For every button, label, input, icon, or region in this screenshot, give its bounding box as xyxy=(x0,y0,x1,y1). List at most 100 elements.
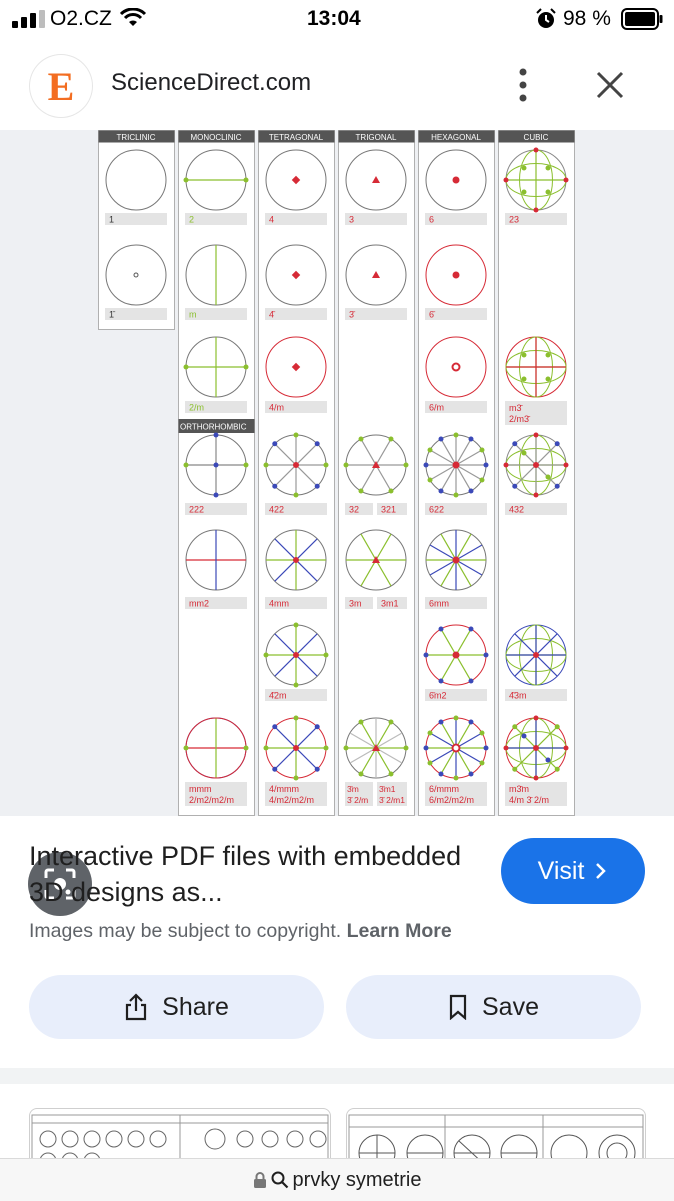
point-group-label: 6̄m2 xyxy=(429,691,447,701)
symmetry-axis xyxy=(438,488,444,494)
symmetry-axis xyxy=(452,651,460,659)
point-group-label: mmm xyxy=(189,784,212,794)
symmetry-axis xyxy=(503,177,509,183)
system-header: CUBIC xyxy=(524,133,549,142)
share-button[interactable]: Share xyxy=(29,975,324,1039)
symmetry-axis xyxy=(521,352,527,358)
result-title[interactable]: Interactive PDF files with embedded 3D d… xyxy=(29,838,469,910)
symmetry-axis xyxy=(521,376,527,382)
site-logo[interactable]: E xyxy=(30,55,92,117)
symmetry-axis xyxy=(554,724,560,730)
symmetry-axis xyxy=(427,730,433,736)
symmetry-axis xyxy=(521,165,527,171)
share-icon xyxy=(126,993,147,1021)
symmetry-axis xyxy=(293,745,299,751)
symmetry-axis xyxy=(468,488,474,494)
point-group-label: 4/m 3̄ 2/m xyxy=(509,795,549,805)
symmetry-axis xyxy=(343,745,349,751)
symmetry-axis xyxy=(293,622,299,628)
symmetry-axis xyxy=(213,492,219,498)
learn-more-link[interactable]: Learn More xyxy=(347,920,452,942)
symmetry-axis xyxy=(521,189,527,195)
address-bar[interactable]: prvky symetrie xyxy=(0,1158,674,1201)
stereogram xyxy=(105,244,167,306)
clock: 13:04 xyxy=(307,7,361,30)
symmetry-axis xyxy=(343,462,349,468)
symmetry-axis xyxy=(479,760,485,766)
save-label: Save xyxy=(482,992,539,1021)
symmetry-axis xyxy=(388,719,394,725)
point-group-label: 1 xyxy=(109,215,114,225)
point-group-label: m3̄ xyxy=(509,403,524,413)
symmetry-axis xyxy=(512,483,518,489)
site-name[interactable]: ScienceDirect.com xyxy=(111,69,311,97)
symmetry-axis xyxy=(323,745,329,751)
logo-letter: E xyxy=(47,63,75,109)
point-group-label: m xyxy=(189,310,197,320)
wifi-icon xyxy=(119,8,147,26)
symmetry-axis xyxy=(358,771,364,777)
alarm-icon xyxy=(536,8,556,28)
symmetry-axis xyxy=(438,436,444,442)
symmetry-axis xyxy=(554,441,560,447)
symmetry-axis xyxy=(314,483,320,489)
symmetry-axis xyxy=(545,757,551,763)
point-group-label: 3̄ 2/m xyxy=(347,795,368,805)
symmetry-axis xyxy=(358,436,364,442)
more-vert-icon[interactable] xyxy=(508,65,538,105)
point-group-label: 432 xyxy=(509,505,524,515)
point-group-label: 23 xyxy=(509,215,519,225)
search-icon xyxy=(271,1171,288,1189)
symmetry-axis xyxy=(503,462,509,468)
point-group-label: 622 xyxy=(429,505,444,515)
symmetry-axis xyxy=(272,766,278,772)
image-preview[interactable]: TRICLINIC MONOCLINIC TETRAGONAL TRIGONAL HEX… xyxy=(0,130,674,916)
symmetry-axis xyxy=(438,771,444,777)
status-bar: O2.CZ 13:04 98 % xyxy=(0,0,674,40)
label-box xyxy=(105,308,167,320)
save-button[interactable]: Save xyxy=(346,975,641,1039)
symmetry-axis xyxy=(314,724,320,730)
point-group-label: 321 xyxy=(381,505,396,515)
carrier-name: O2.CZ xyxy=(50,7,112,30)
point-group-label: 422 xyxy=(269,505,284,515)
symmetry-axis xyxy=(483,462,489,468)
symmetry-axis xyxy=(293,557,299,563)
viewer-header: E ScienceDirect.com xyxy=(0,45,674,125)
hexad-axis xyxy=(451,362,461,372)
symmetry-axis xyxy=(545,352,551,358)
symmetry-axis xyxy=(243,462,249,468)
symmetry-axis xyxy=(452,271,460,279)
symmetry-axis xyxy=(183,462,189,468)
thumbnail-image xyxy=(31,1114,329,1165)
symmetry-axis xyxy=(512,441,518,447)
point-group-label: 4/m xyxy=(269,403,284,413)
battery-percent: 98 % xyxy=(563,7,611,30)
symmetry-axis xyxy=(512,766,518,772)
point-group-label: 4/mmm xyxy=(269,784,299,794)
point-group-label: 2/m xyxy=(189,403,204,413)
symmetry-axis xyxy=(453,492,459,498)
symmetry-axis xyxy=(521,450,527,456)
hexad-axis xyxy=(451,743,461,753)
symmetry-axis xyxy=(452,461,460,469)
point-group-label: 6/m xyxy=(429,403,444,413)
symmetry-axis xyxy=(545,376,551,382)
symmetry-axis xyxy=(423,652,429,658)
symmetry-axis xyxy=(468,678,474,684)
symmetry-axis xyxy=(453,432,459,438)
close-icon[interactable] xyxy=(590,65,630,105)
symmetry-axis xyxy=(533,432,539,438)
symmetry-axis xyxy=(293,775,299,781)
symmetry-axis xyxy=(427,477,433,483)
point-group-label: 6mm xyxy=(429,599,449,609)
symmetry-axis xyxy=(388,771,394,777)
system-header: MONOCLINIC xyxy=(190,133,241,142)
label-box xyxy=(345,308,407,320)
system-header: HEXAGONAL xyxy=(431,133,481,142)
symmetry-axis xyxy=(533,207,539,213)
visit-button[interactable]: Visit xyxy=(501,838,645,904)
point-group-label: 4̄2m xyxy=(269,691,287,701)
stereogram xyxy=(105,149,167,211)
label-box xyxy=(265,213,327,225)
